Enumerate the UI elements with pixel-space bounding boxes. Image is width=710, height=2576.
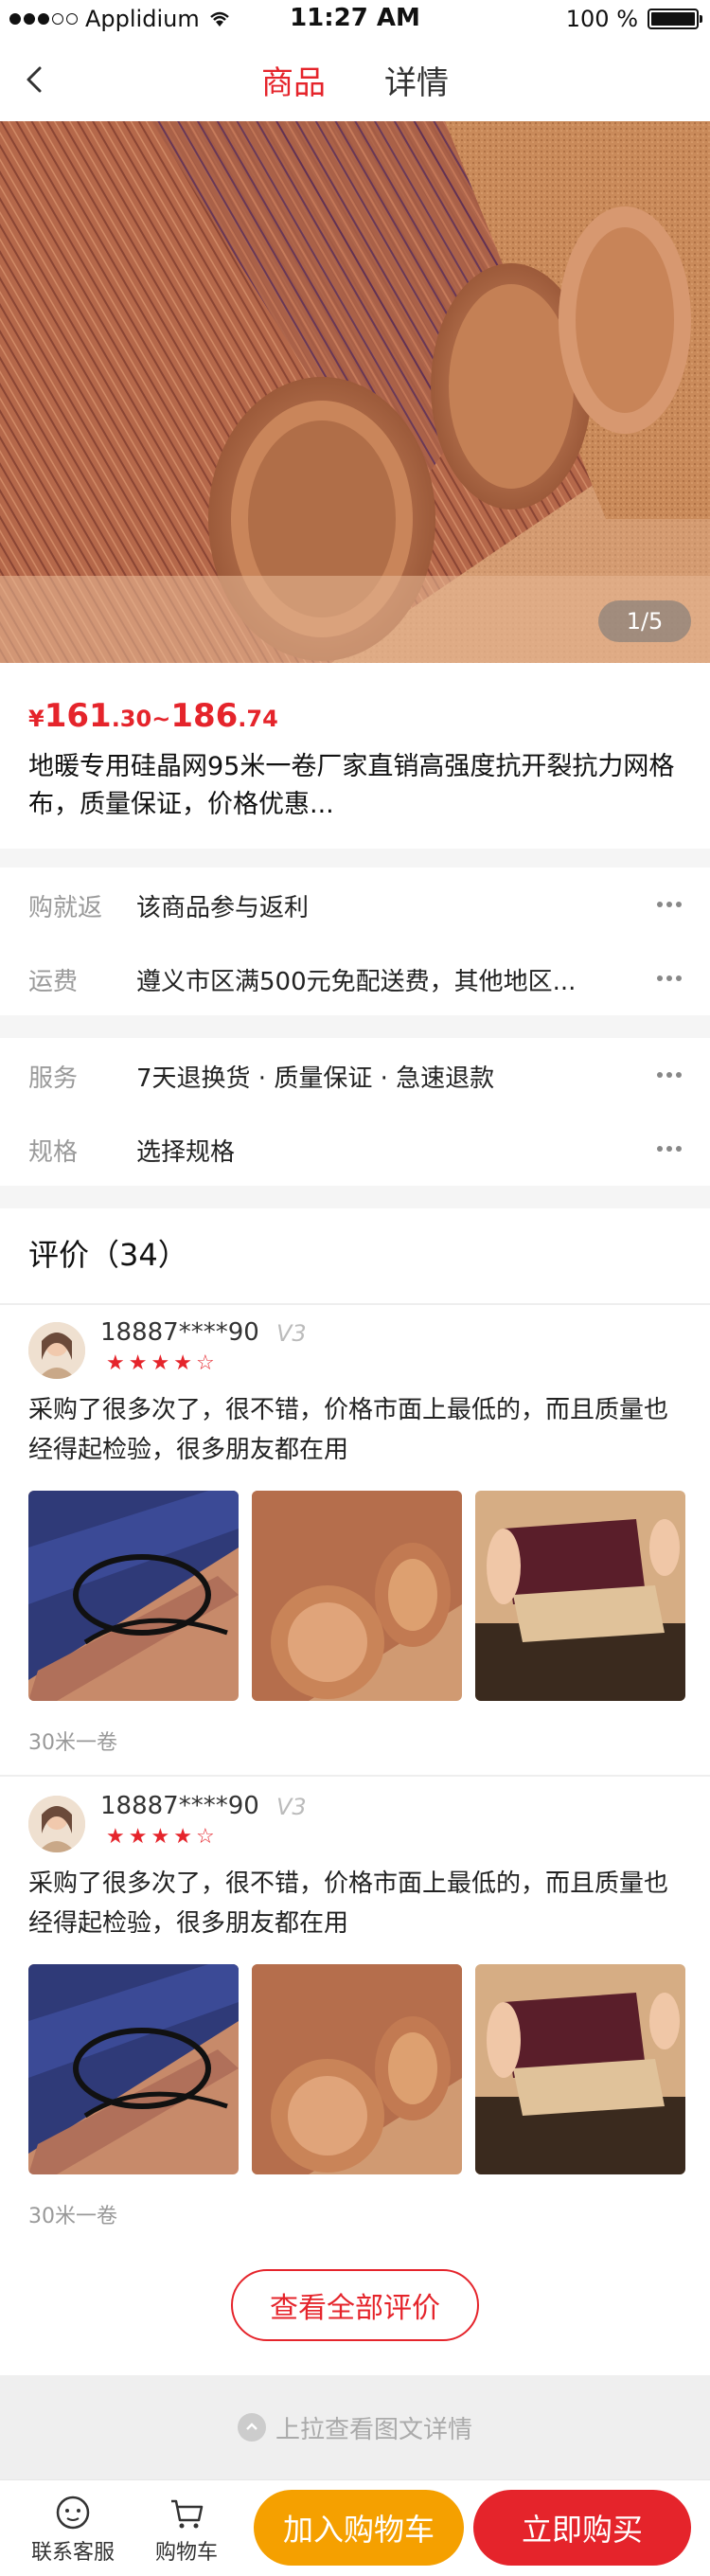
review-username: 18887****90 [100, 1318, 259, 1347]
add-to-cart-button[interactable]: 加入购物车 [254, 2490, 464, 2566]
chevron-up-icon [237, 2413, 266, 2442]
review-item: 18887****90 V3 ★ ★ ★ ★ ☆ 采购了很多次了，很不错，价格市… [0, 1303, 710, 1777]
review-photo[interactable] [252, 1491, 462, 1701]
price-range: ¥161.30~186.74 [28, 697, 278, 735]
service-spec-card: 服务 7天退换货 · 质量保证 · 急速退款 规格 选择规格 [0, 1038, 710, 1186]
cart-label: 购物车 [154, 2541, 218, 2565]
rebate-value: 该商品参与返利 [136, 894, 310, 922]
cart-icon [171, 2499, 204, 2529]
star-filled-icon: ★ [173, 1351, 192, 1375]
star-empty-icon: ☆ [195, 1351, 215, 1375]
cart-button[interactable]: 购物车 [134, 2492, 239, 2566]
review-photo[interactable] [252, 1964, 462, 2174]
customer-service-label: 联系客服 [30, 2541, 115, 2565]
status-right: 100 % [565, 6, 702, 32]
spec-row[interactable]: 规格 选择规格 [0, 1112, 710, 1186]
more-icon [657, 1072, 682, 1078]
user-level: V3 [276, 1320, 307, 1347]
battery-icon [648, 9, 702, 29]
pull-up-hint[interactable]: 上拉查看图文详情 [0, 2375, 710, 2479]
buy-now-button[interactable]: 立即购买 [473, 2490, 691, 2566]
rebate-row[interactable]: 购就返 该商品参与返利 [0, 868, 710, 941]
star-filled-icon: ★ [128, 1351, 148, 1375]
star-filled-icon: ★ [151, 1351, 170, 1375]
view-all-reviews-button[interactable]: 查看全部评价 [231, 2269, 479, 2341]
shipping-row[interactable]: 运费 遵义市区满500元免配送费，其他地区... [0, 941, 710, 1015]
user-level: V3 [276, 1794, 307, 1820]
avatar [28, 1796, 85, 1852]
spec-label: 规格 [28, 1138, 79, 1167]
star-empty-icon: ☆ [195, 1825, 215, 1849]
status-bar: Applidium 11:27 AM 100 % [0, 0, 710, 38]
battery-percent: 100 % [565, 6, 638, 32]
bottom-action-bar: 联系客服 购物车 加入购物车 立即购买 [0, 2479, 710, 2576]
star-filled-icon: ★ [128, 1825, 148, 1849]
price-low-dec: .30 [111, 706, 152, 732]
price-separator: ~ [151, 706, 171, 732]
star-filled-icon: ★ [151, 1825, 170, 1849]
top-nav: 商品 详情 [0, 38, 710, 121]
more-icon [657, 1146, 682, 1152]
review-photo[interactable] [475, 1964, 685, 2174]
review-item: 18887****90 V3 ★ ★ ★ ★ ☆ 采购了很多次了，很不错，价格市… [0, 1777, 710, 2250]
gallery-pager: 1/5 [598, 600, 691, 642]
service-label: 服务 [28, 1064, 79, 1093]
review-text: 采购了很多次了，很不错，价格市面上最低的，而且质量也经得起检验，很多朋友都在用 [28, 1396, 669, 1464]
review-spec: 30米一卷 [28, 2205, 117, 2228]
product-image [0, 121, 710, 663]
review-photos [28, 1964, 685, 2174]
price-symbol: ¥ [28, 706, 44, 732]
customer-service-icon [56, 2496, 90, 2530]
review-text: 采购了很多次了，很不错，价格市面上最低的，而且质量也经得起检验，很多朋友都在用 [28, 1869, 669, 1938]
star-filled-icon: ★ [106, 1825, 125, 1849]
more-icon [657, 975, 682, 981]
review-username: 18887****90 [100, 1792, 259, 1820]
customer-service-button[interactable]: 联系客服 [21, 2492, 125, 2566]
shipping-value: 遵义市区满500元免配送费，其他地区... [136, 968, 577, 996]
product-gallery[interactable]: 1/5 [0, 121, 710, 663]
rebate-label: 购就返 [28, 894, 103, 922]
tab-details[interactable]: 详情 [384, 57, 449, 103]
reviews-header: 评价（34） [28, 1237, 188, 1273]
reviews-section: 评价（34） 18887****90 V3 ★ ★ ★ ★ ☆ 采购了很多次了，… [0, 1208, 710, 2375]
star-filled-icon: ★ [106, 1351, 125, 1375]
price-card: ¥161.30~186.74 地暖专用硅晶网95米一卷厂家直销高强度抗开裂抗力网… [0, 663, 710, 849]
price-low-int: 161 [44, 697, 112, 735]
review-spec: 30米一卷 [28, 1731, 117, 1755]
review-photo[interactable] [475, 1491, 685, 1701]
product-title: 地暖专用硅晶网95米一卷厂家直销高强度抗开裂抗力网格布，质量保证，价格优惠... [28, 752, 675, 819]
avatar [28, 1322, 85, 1379]
review-photo[interactable] [28, 1964, 239, 2174]
price-high-dec: .74 [238, 706, 278, 732]
star-filled-icon: ★ [173, 1825, 192, 1849]
rating-stars: ★ ★ ★ ★ ☆ [106, 1352, 215, 1375]
review-photos [28, 1491, 685, 1701]
shipping-label: 运费 [28, 968, 79, 996]
service-row[interactable]: 服务 7天退换货 · 质量保证 · 急速退款 [0, 1038, 710, 1112]
rebate-shipping-card: 购就返 该商品参与返利 运费 遵义市区满500元免配送费，其他地区... [0, 868, 710, 1015]
review-photo[interactable] [28, 1491, 239, 1701]
price-high-int: 186 [170, 697, 239, 735]
service-value: 7天退换货 · 质量保证 · 急速退款 [136, 1064, 495, 1093]
rating-stars: ★ ★ ★ ★ ☆ [106, 1826, 215, 1849]
pull-up-text: 上拉查看图文详情 [275, 2415, 472, 2444]
tab-product[interactable]: 商品 [261, 57, 326, 103]
more-icon [657, 902, 682, 907]
tab-bar: 商品 详情 [0, 57, 710, 103]
spec-value: 选择规格 [136, 1138, 236, 1167]
